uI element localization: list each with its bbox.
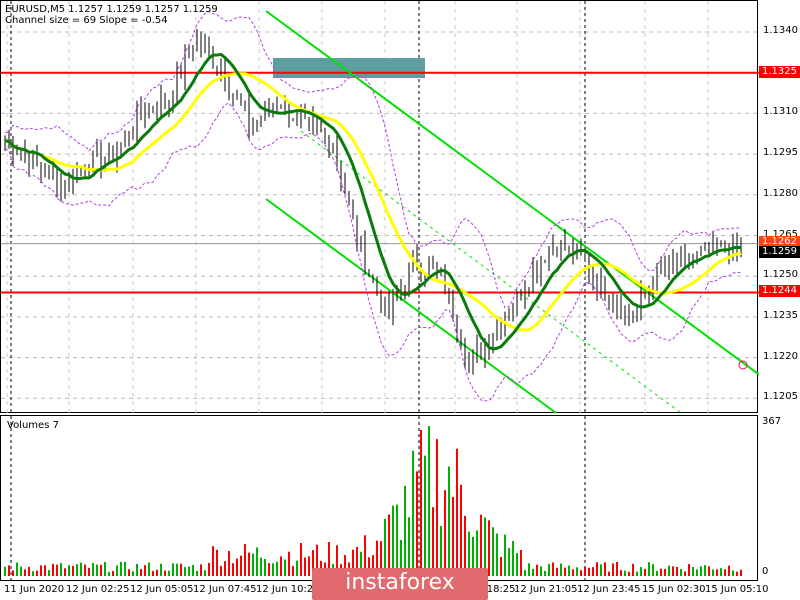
slow-ma-line [4,71,742,332]
time-tick: 12 Jun 23:45 [577,584,641,595]
time-tick: 12 Jun 07:45 [193,584,257,595]
time-tick: 12 Jun 05:05 [130,584,194,595]
volume-chart[interactable]: Volumes 7 [0,415,758,582]
price-tick: 1.1340 [763,25,798,36]
price-tick: 1.1250 [763,269,798,281]
volume-max: 367 [762,416,782,427]
price-tick: 1.1220 [763,350,798,362]
bid-tag: 1.1259 [759,245,800,258]
symbol-info: EURUSD,M5 1.1257 1.1259 1.1257 1.1259 [5,4,218,15]
price-tick: 1.1310 [763,106,798,118]
chart-title: EURUSD,M5 1.1257 1.1259 1.1257 1.1259 Ch… [5,4,218,26]
price-tick: 1.1205 [763,391,798,403]
time-tick: 12 Jun 10:25 [256,584,320,595]
resistance-tag: 1.1325 [759,65,800,78]
price-tick: 1.1235 [763,309,798,321]
volume-min: 0 [762,566,769,577]
channel-info: Channel size = 69 Slope = -0.54 [5,15,168,26]
support-tag: 1.1244 [759,285,800,298]
instaforex-watermark: instaforex [312,568,488,600]
price-tick: 1.1280 [763,187,798,199]
resistance-zone [273,58,425,78]
time-tick: 11 Jun 2020 [4,584,65,595]
price-tick: 1.1295 [763,147,798,159]
bollinger-lower [4,102,742,402]
price-chart[interactable]: EURUSD,M5 1.1257 1.1259 1.1257 1.1259 Ch… [0,0,759,414]
volume-plot [4,416,742,582]
time-tick: 15 Jun 02:30 [642,584,706,595]
time-tick: 12 Jun 21:05 [514,584,578,595]
time-tick: 15 Jun 05:10 [705,584,769,595]
price-plot [1,1,759,414]
volume-label: Volumes 7 [7,420,59,431]
time-tick: 12 Jun 02:25 [66,584,130,595]
fast-ma-line [4,52,742,351]
